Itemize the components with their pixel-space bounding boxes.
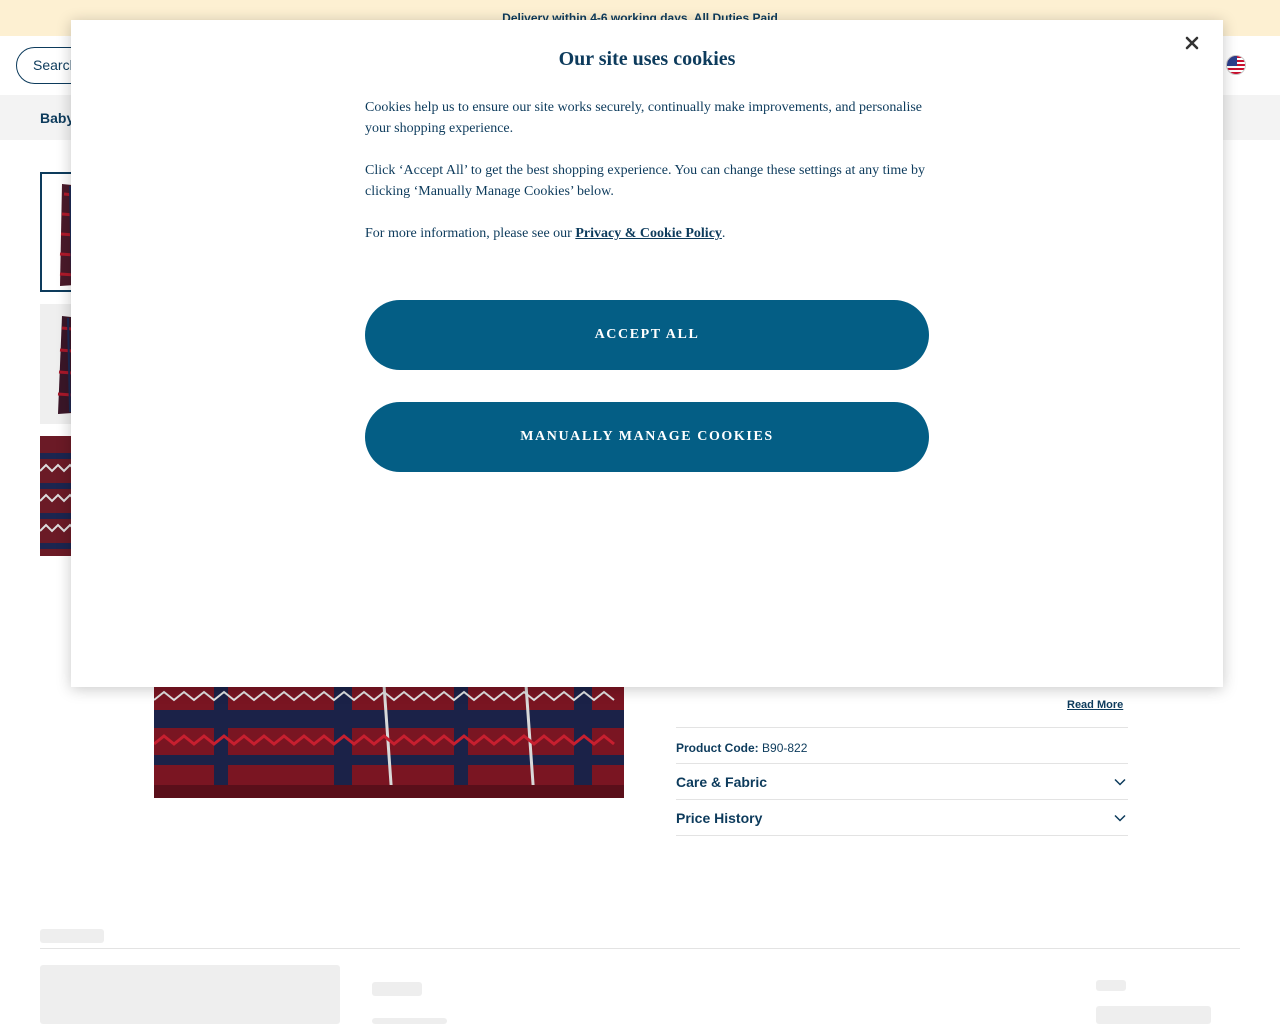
loading-skeleton xyxy=(1096,1006,1211,1024)
privacy-policy-link[interactable]: Privacy & Cookie Policy xyxy=(575,226,722,241)
cookie-instructions: Click ‘Accept All’ to get the best shopp… xyxy=(365,163,925,199)
more-info-suffix: . xyxy=(721,226,726,241)
accordion-price-history[interactable]: Price History xyxy=(676,800,1128,836)
product-code: Product Code: B90-822 xyxy=(676,741,807,755)
cookie-more-info: For more information, please see our Pri… xyxy=(365,223,935,244)
accordion-label: Price History xyxy=(676,810,763,826)
divider xyxy=(676,835,1128,836)
loading-skeleton xyxy=(372,982,422,996)
cookie-description: Cookies help us to ensure our site works… xyxy=(365,100,923,136)
nav-item-baby[interactable]: Baby xyxy=(40,110,74,126)
product-code-value: B90-822 xyxy=(762,741,808,755)
read-more-link[interactable]: Read More xyxy=(1067,699,1123,711)
accept-all-button[interactable]: ACCEPT ALL xyxy=(365,300,929,370)
loading-skeleton xyxy=(1096,980,1126,991)
cookie-consent-dialog: Our site uses cookies Cookies help us to… xyxy=(71,20,1223,687)
chevron-down-icon xyxy=(1114,778,1126,786)
us-flag-icon[interactable] xyxy=(1226,55,1246,75)
accordion-care-fabric[interactable]: Care & Fabric xyxy=(676,764,1128,800)
divider xyxy=(676,727,1128,728)
product-code-label: Product Code: xyxy=(676,741,759,755)
loading-skeleton xyxy=(40,965,340,1024)
chevron-down-icon xyxy=(1114,814,1126,822)
loading-skeleton xyxy=(40,929,104,943)
loading-skeleton xyxy=(372,1018,447,1024)
accordion-label: Care & Fabric xyxy=(676,774,768,790)
more-info-prefix: For more information, please see our xyxy=(365,226,576,241)
divider xyxy=(40,948,1240,949)
dialog-title: Our site uses cookies xyxy=(558,48,736,70)
manage-cookies-button[interactable]: MANUALLY MANAGE COOKIES xyxy=(365,402,929,472)
